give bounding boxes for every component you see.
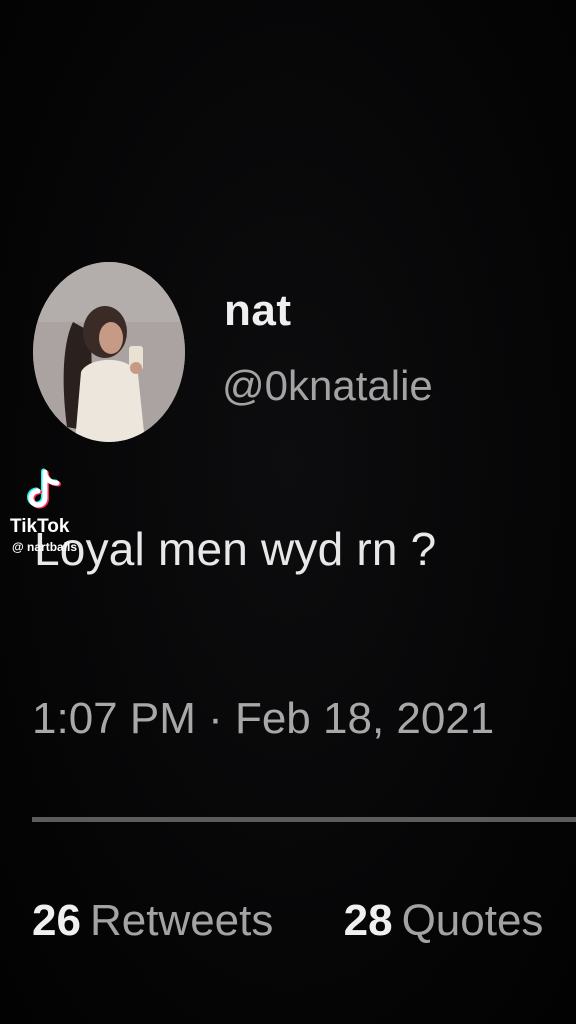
tiktok-brand: TikTok: [10, 516, 70, 537]
tweet-timestamp[interactable]: 1:07 PM · Feb 18, 2021: [32, 694, 494, 744]
tiktok-logo-icon: [27, 468, 61, 509]
display-name[interactable]: nat: [224, 286, 292, 336]
quotes-count: 28: [343, 896, 393, 945]
quotes-stat[interactable]: 28 Quotes: [344, 896, 544, 946]
divider: [32, 817, 576, 822]
tiktok-username: @ nartballs: [12, 540, 78, 554]
retweets-stat[interactable]: 26 Retweets: [32, 896, 273, 946]
avatar[interactable]: [33, 262, 185, 442]
engagement-stats: 26 Retweets 28 Quotes: [32, 896, 543, 946]
tiktok-watermark: TikTok @ nartballs: [10, 468, 120, 558]
quotes-label: Quotes: [401, 896, 544, 945]
user-handle[interactable]: @0knatalie: [222, 362, 433, 410]
retweets-label: Retweets: [89, 896, 274, 945]
tweet-screenshot: nat @0knatalie Loyal men wyd rn ? 1:07 P…: [0, 0, 576, 1024]
retweets-count: 26: [32, 896, 81, 945]
profile-photo: [33, 262, 185, 442]
